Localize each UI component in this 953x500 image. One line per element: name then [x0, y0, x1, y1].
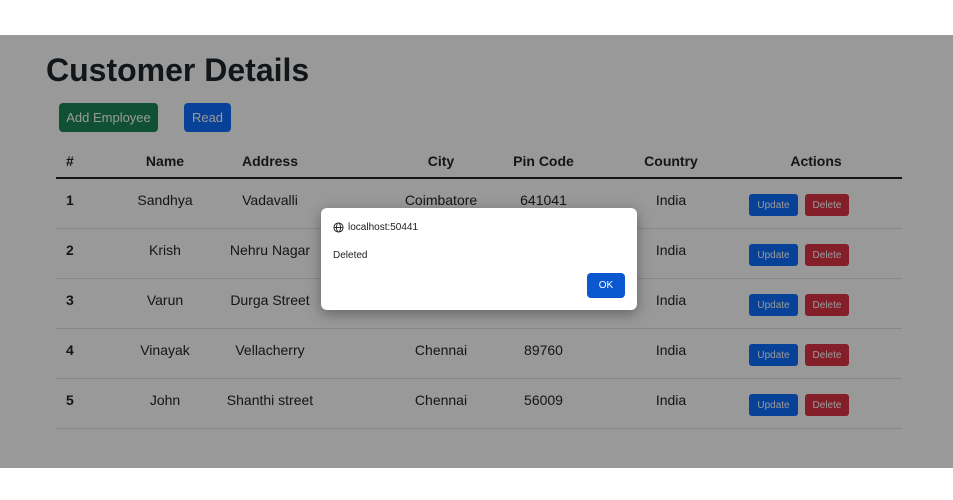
globe-icon	[333, 222, 344, 233]
dialog-origin-text: localhost:50441	[348, 222, 419, 233]
dialog-origin: localhost:50441	[333, 222, 418, 233]
dialog-message: Deleted	[333, 250, 368, 261]
ok-button[interactable]: OK	[587, 273, 625, 298]
alert-dialog: localhost:50441 Deleted OK	[321, 208, 637, 310]
